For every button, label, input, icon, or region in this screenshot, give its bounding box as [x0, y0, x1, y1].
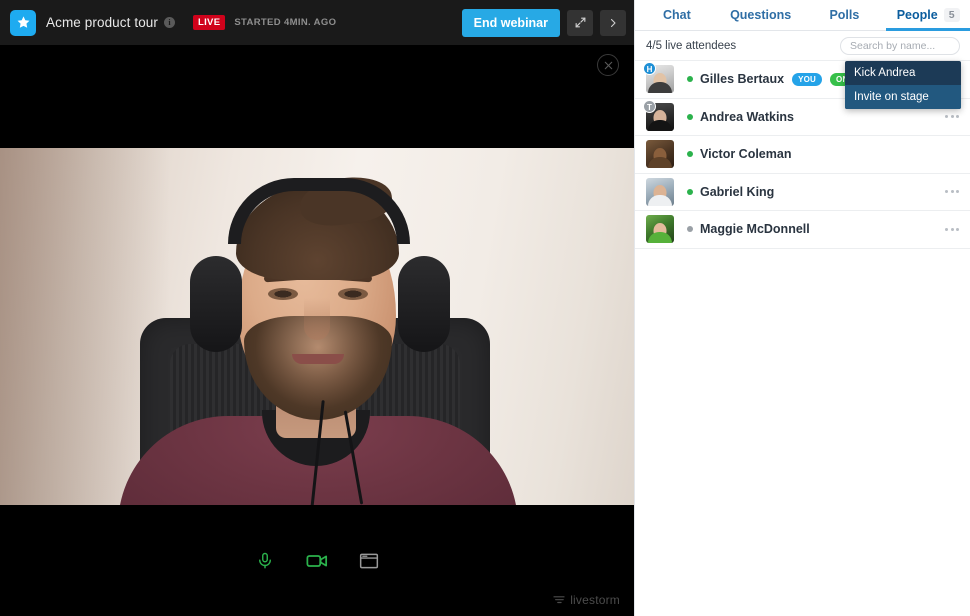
status-badge: [687, 151, 693, 158]
row-menu-icon[interactable]: [937, 109, 959, 124]
end-webinar-button[interactable]: End webinar: [461, 8, 560, 37]
webinar-app: Acme product tour i LIVE STARTED 4MIN. A…: [0, 0, 970, 616]
tab-questions-label: Questions: [730, 8, 792, 22]
avatar-image: [646, 177, 674, 206]
stage-area: Acme product tour i LIVE STARTED 4MIN. A…: [0, 0, 634, 616]
page-title: Acme product tour: [46, 15, 159, 30]
started-timestamp: STARTED 4MIN. AGO: [234, 17, 337, 28]
row-menu-icon[interactable]: [937, 222, 959, 237]
panel-tabs: Chat Questions Polls People 5: [635, 0, 970, 31]
avatar: [646, 215, 674, 244]
tab-people[interactable]: People 5: [886, 0, 970, 31]
context-menu-item-kick[interactable]: Kick Andrea: [845, 61, 961, 85]
table-row[interactable]: Victor Coleman: [635, 136, 970, 174]
close-circle-icon[interactable]: [597, 54, 619, 76]
tab-chat-label: Chat: [662, 8, 691, 22]
role-badge-team: T: [643, 99, 656, 113]
right-eye: [338, 288, 368, 300]
livestorm-watermark: livestorm: [553, 593, 620, 607]
status-badge: [687, 226, 693, 233]
avatar-body: [648, 82, 672, 94]
avatar: [646, 177, 674, 206]
attendee-name: Maggie McDonnell: [700, 222, 810, 237]
livestorm-logo-icon: [553, 596, 565, 604]
left-eye: [268, 288, 298, 300]
pill-you: YOU: [792, 72, 823, 86]
tab-polls[interactable]: Polls: [802, 0, 887, 30]
headphone-earcup-right: [398, 256, 450, 352]
attendee-subbar: 4/5 live attendees: [635, 31, 970, 61]
avatar-body: [648, 232, 672, 244]
expand-arrows-icon[interactable]: [567, 9, 593, 36]
tab-chat[interactable]: Chat: [635, 0, 719, 30]
avatar: H: [643, 62, 674, 94]
row-menu-icon[interactable]: [937, 184, 959, 199]
camera-icon[interactable]: [300, 544, 334, 578]
livestorm-label: livestorm: [570, 593, 620, 607]
attendee-name: Gilles Bertaux: [700, 72, 785, 87]
mouth: [292, 354, 344, 364]
chevron-right-icon[interactable]: [600, 9, 626, 36]
avatar-image: [646, 140, 674, 169]
table-row[interactable]: Maggie McDonnell: [635, 211, 970, 249]
context-menu: Kick Andrea Invite on stage: [845, 61, 961, 109]
star-icon: [10, 9, 36, 36]
search-input[interactable]: [840, 36, 960, 55]
tab-people-count: 5: [943, 8, 960, 22]
avatar: T: [643, 99, 674, 131]
media-controls: [0, 505, 634, 616]
side-panel: Chat Questions Polls People 5 4/5 live a…: [634, 0, 970, 616]
tab-polls-label: Polls: [829, 8, 860, 22]
avatar-body: [648, 119, 672, 131]
attendee-name: Victor Coleman: [700, 147, 792, 162]
screen-share-icon[interactable]: [352, 544, 386, 578]
live-badge: LIVE: [193, 15, 226, 30]
status-badge: [687, 113, 693, 120]
info-icon[interactable]: i: [164, 17, 176, 28]
avatar-image: [646, 215, 674, 244]
context-menu-item-invite-on-stage[interactable]: Invite on stage: [845, 85, 961, 109]
status-badge: [687, 76, 693, 83]
microphone-icon[interactable]: [248, 544, 282, 578]
nose: [304, 298, 330, 340]
tab-people-label: People: [896, 8, 938, 22]
attendee-list: H Gilles Bertaux YOU ON STAGE T Andrea W…: [635, 61, 970, 616]
avatar-body: [648, 194, 672, 206]
video-scene: [0, 148, 634, 505]
status-badge: [687, 188, 693, 195]
video-area: livestorm: [0, 45, 634, 616]
attendee-count-label: 4/5 live attendees: [646, 39, 737, 52]
avatar-body: [648, 157, 672, 169]
headphone-earcup-left: [190, 256, 242, 352]
attendee-name: Gabriel King: [700, 184, 775, 199]
top-bar: Acme product tour i LIVE STARTED 4MIN. A…: [0, 0, 634, 45]
speaker-video-feed[interactable]: [0, 148, 634, 505]
table-row[interactable]: Gabriel King: [635, 173, 970, 211]
attendee-name: Andrea Watkins: [700, 109, 795, 124]
avatar: [646, 140, 674, 169]
tab-questions[interactable]: Questions: [718, 0, 803, 30]
